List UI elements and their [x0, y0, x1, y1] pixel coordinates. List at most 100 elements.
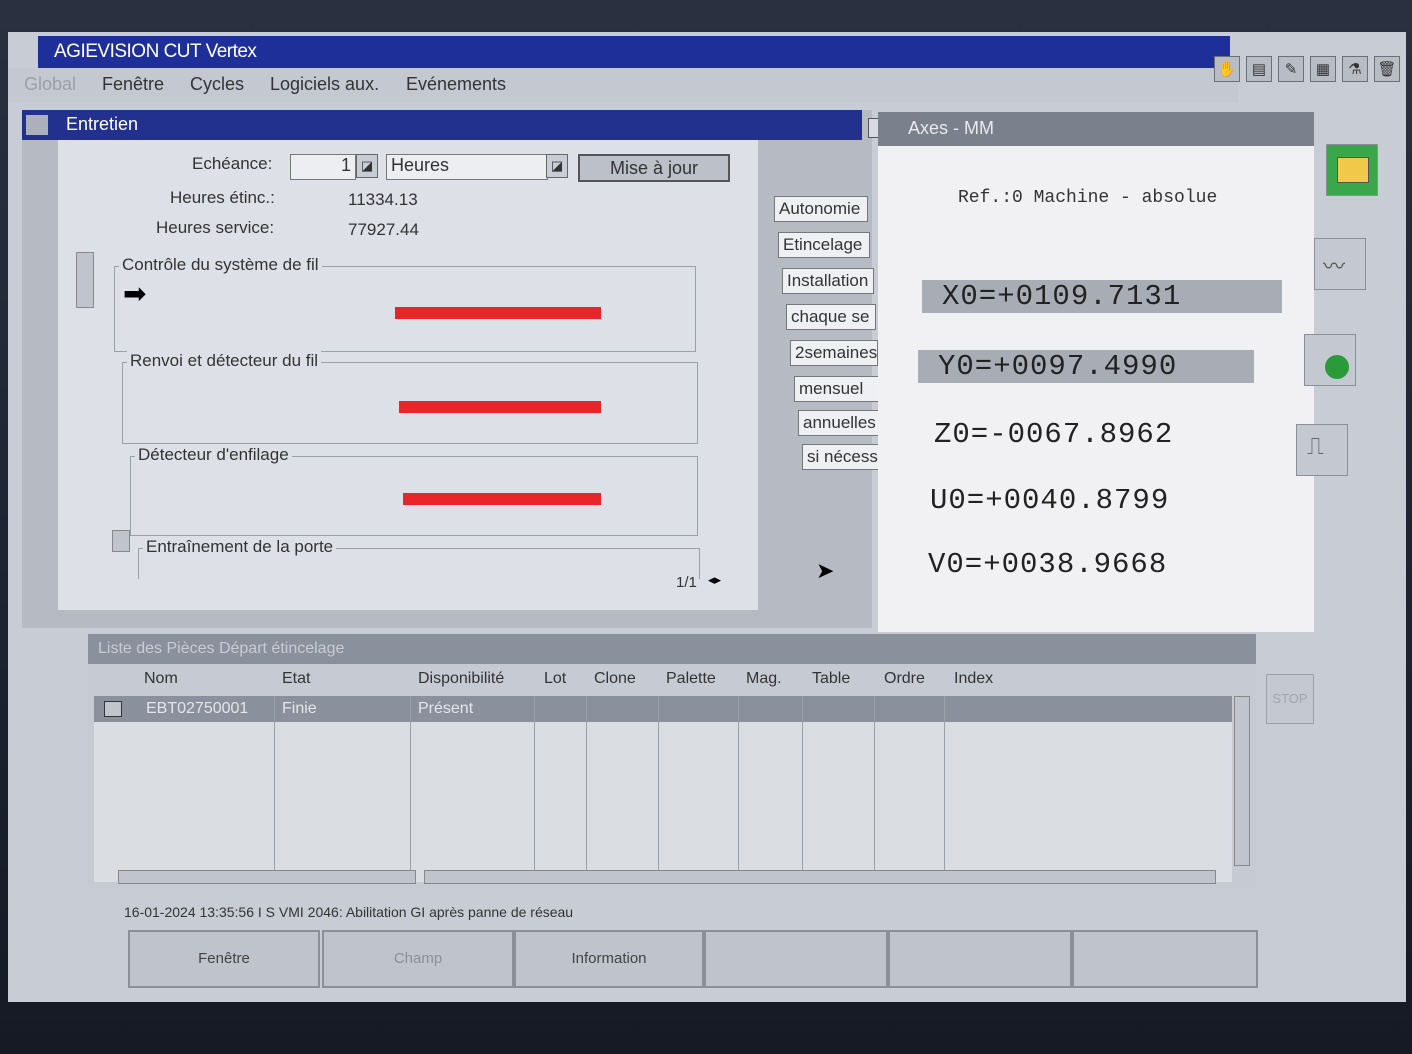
col-lot[interactable]: Lot [544, 670, 566, 688]
col-mag[interactable]: Mag. [746, 670, 782, 688]
form-scroll-up[interactable] [76, 252, 94, 308]
cell-disponibilite: Présent [418, 700, 474, 717]
col-disponibilite[interactable]: Disponibilité [418, 670, 504, 688]
tab-etincelage[interactable]: Etincelage [778, 232, 870, 258]
cell-etat: Finie [282, 700, 317, 717]
flask-icon[interactable]: ⚗ [1342, 56, 1368, 82]
axis-x: X0=+0109.7131 [922, 280, 1282, 313]
list-hscroll-right[interactable] [424, 870, 1216, 884]
tab-installation[interactable]: Installation [782, 268, 874, 294]
status-bar [395, 307, 601, 319]
empty-button-4[interactable] [704, 930, 888, 988]
next-page-icon[interactable]: ◂▸ [708, 572, 721, 588]
echeance-input[interactable]: 1 [290, 154, 356, 180]
mouse-cursor-icon: ➤ [816, 558, 835, 583]
part-icon [104, 701, 122, 717]
col-clone[interactable]: Clone [594, 670, 636, 688]
echeance-label: Echéance: [192, 154, 273, 173]
grid-icon[interactable]: ▦ [1310, 56, 1336, 82]
empty-button-6[interactable] [1072, 930, 1258, 988]
stop-button[interactable]: STOP [1266, 674, 1314, 724]
list-vscroll[interactable] [1234, 696, 1250, 866]
menu-fenetre[interactable]: Fenêtre [102, 74, 164, 95]
group-label: Renvoi et détecteur du fil [127, 351, 322, 371]
axes-panel: Axes - MM Ref.:0 Machine - absolue X0=+0… [878, 112, 1314, 632]
chart-icon[interactable]: ▤ [1246, 56, 1272, 82]
table-row[interactable]: EBT02750001 Finie Présent [94, 696, 1232, 722]
axis-u: U0=+0040.8799 [930, 484, 1170, 517]
list-hscroll-left[interactable] [118, 870, 416, 884]
tab-chaque-semaine[interactable]: chaque se [786, 304, 876, 330]
tab-annuelles[interactable]: annuelles [798, 410, 884, 436]
champ-button[interactable]: Champ [322, 930, 514, 988]
axis-v: V0=+0038.9668 [928, 548, 1168, 581]
heures-etinc-label: Heures étinc.: [170, 188, 275, 207]
app-titlebar: AGIEVISION CUT Vertex [38, 36, 1230, 68]
column-divider [534, 696, 535, 882]
group-controle-fil: Contrôle du système de fil ➡ [114, 255, 696, 352]
column-divider [874, 696, 875, 882]
waveform-icon[interactable]: 〰 [1314, 238, 1366, 290]
group-label: Contrôle du système de fil [119, 255, 322, 275]
tab-2semaines[interactable]: 2semaines [790, 340, 878, 366]
echeance-spin[interactable]: ◪ [356, 154, 378, 178]
cell-nom: EBT02750001 [146, 700, 249, 717]
toolbar: ✋ ▤ ✎ ▦ ⚗ 🗑 [1214, 56, 1400, 86]
empty-button-5[interactable] [888, 930, 1072, 988]
group-detecteur-enfilage: Détecteur d'enfilage [130, 445, 698, 536]
heures-service-label: Heures service: [156, 218, 275, 237]
page-indicator: 1/1 [676, 574, 697, 591]
arrow-right-icon: ➡ [123, 278, 147, 309]
axes-title: Axes - MM [908, 118, 995, 138]
col-etat[interactable]: Etat [282, 670, 310, 688]
parts-list-title: Liste des Pièces Départ étincelage [98, 640, 345, 657]
menu-logiciels[interactable]: Logiciels aux. [270, 74, 379, 95]
menu-bar: Global Fenêtre Cycles Logiciels aux. Evé… [8, 68, 1238, 102]
collapse-icon[interactable] [26, 115, 48, 135]
col-nom[interactable]: Nom [144, 670, 178, 688]
form-scroll-down[interactable] [112, 530, 130, 552]
column-divider [410, 696, 411, 882]
fenetre-button[interactable]: Fenêtre [128, 930, 320, 988]
group-label: Entraînement de la porte [143, 537, 337, 557]
status-bar [399, 401, 601, 413]
hand-icon[interactable]: ✋ [1214, 56, 1240, 82]
menu-evenements[interactable]: Evénements [406, 74, 506, 95]
heures-etinc-value: 11334.13 [348, 190, 418, 209]
unit-dropdown[interactable]: ◪ [546, 154, 568, 178]
mail-icon[interactable] [1326, 144, 1378, 196]
tab-si-necessaire[interactable]: si nécessa [802, 444, 888, 470]
parts-list-body [94, 722, 1232, 882]
step-icon[interactable]: ⎍ [1296, 424, 1348, 476]
maintenance-form: Echéance: 1 ◪ Heures ◪ Mise à jour Heure… [58, 140, 758, 610]
tab-mensuel[interactable]: mensuel [794, 376, 880, 402]
group-porte: Entraînement de la porte [138, 537, 700, 579]
axes-reference: Ref.:0 Machine - absolue [958, 188, 1218, 208]
status-message: 16-01-2024 13:35:56 I S VMI 2046: Abilit… [124, 904, 574, 920]
col-table[interactable]: Table [812, 670, 850, 688]
axis-y: Y0=+0097.4990 [918, 350, 1254, 383]
tab-autonomie[interactable]: Autonomie [774, 196, 868, 222]
col-ordre[interactable]: Ordre [884, 670, 925, 688]
column-divider [738, 696, 739, 882]
col-index[interactable]: Index [954, 670, 993, 688]
parts-list-panel: Liste des Pièces Départ étincelage Nom E… [88, 634, 1256, 888]
axis-z: Z0=-0067.8962 [934, 418, 1174, 451]
trash-icon[interactable]: 🗑 [1374, 56, 1400, 82]
unit-select[interactable]: Heures [386, 154, 548, 180]
column-divider [944, 696, 945, 882]
information-button[interactable]: Information [514, 930, 704, 988]
update-button[interactable]: Mise à jour [578, 154, 730, 182]
menu-global[interactable]: Global [24, 74, 76, 95]
screen: AGIEVISION CUT Vertex Global Fenêtre Cyc… [8, 32, 1406, 1002]
app-title: AGIEVISION CUT Vertex [54, 41, 257, 62]
heures-service-value: 77927.44 [348, 220, 419, 239]
column-divider [586, 696, 587, 882]
edit-icon[interactable]: ✎ [1278, 56, 1304, 82]
status-bar [403, 493, 601, 505]
col-palette[interactable]: Palette [666, 670, 716, 688]
menu-cycles[interactable]: Cycles [190, 74, 244, 95]
parts-list-header: Liste des Pièces Départ étincelage [88, 634, 1256, 664]
probe-icon[interactable] [1304, 334, 1356, 386]
maintenance-panel: Entretien Echéance: 1 ◪ Heures ◪ Mise à … [22, 110, 888, 628]
